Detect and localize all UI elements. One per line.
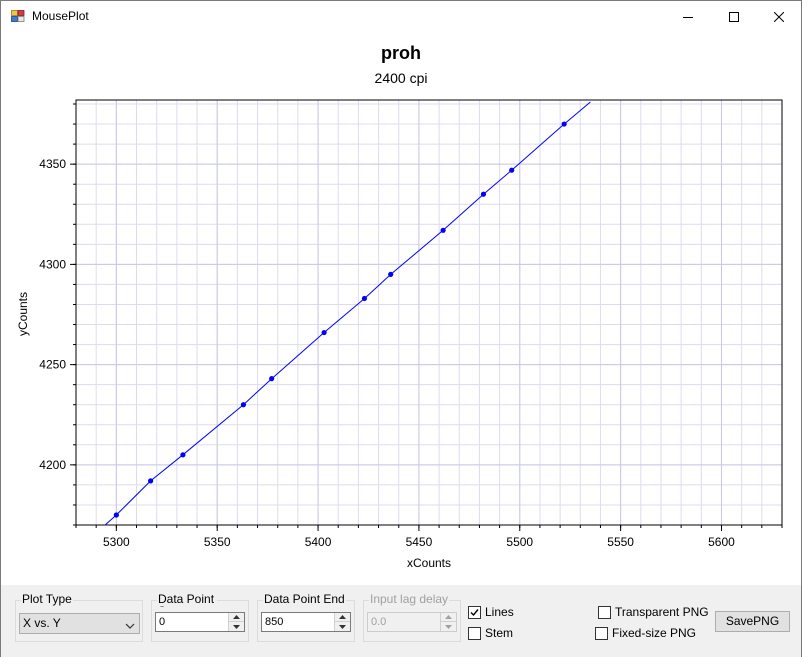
spin-buttons bbox=[228, 613, 244, 631]
spin-down-button[interactable] bbox=[229, 622, 244, 631]
data-point bbox=[148, 478, 154, 484]
data-point-end-input[interactable]: 850 bbox=[261, 612, 351, 632]
input-lag-delay-group: Input lag delay 0.0 bbox=[363, 593, 461, 642]
stem-label: Stem bbox=[485, 626, 514, 640]
arrow-down-icon bbox=[339, 624, 346, 629]
checkmark-icon bbox=[470, 608, 479, 616]
data-point bbox=[509, 167, 515, 173]
data-point bbox=[388, 271, 394, 278]
y-axis-label: yCounts bbox=[16, 291, 30, 337]
y-tick-label: 4350 bbox=[39, 157, 66, 171]
plot-type-value: X vs. Y bbox=[23, 616, 61, 630]
x-tick-label: 5300 bbox=[103, 535, 130, 549]
checkbox-box[interactable] bbox=[598, 605, 611, 619]
spin-up-button[interactable] bbox=[335, 613, 350, 622]
x-tick-label: 5450 bbox=[406, 535, 433, 549]
save-png-button[interactable]: SavePNG bbox=[715, 611, 790, 632]
x-tick-label: 5550 bbox=[607, 535, 634, 549]
data-point bbox=[269, 376, 275, 382]
chart[interactable]: 5300 5350 5400 5450 5500 5550 5600 4200 4250 4300… bbox=[1, 1, 801, 585]
checkbox-box[interactable] bbox=[468, 626, 481, 640]
fixed-size-png-label: Fixed-size PNG bbox=[612, 626, 697, 640]
data-point bbox=[321, 329, 327, 336]
data-point bbox=[480, 191, 487, 197]
transparent-png-checkbox[interactable]: Transparent PNG bbox=[598, 605, 709, 619]
x-tick-label: 5600 bbox=[708, 535, 735, 549]
plot-type-select[interactable]: X vs. Y bbox=[19, 613, 140, 634]
data-point bbox=[361, 295, 368, 302]
data-point-start-value: 0 bbox=[159, 616, 166, 628]
data-point bbox=[240, 402, 247, 408]
spin-down-button[interactable] bbox=[335, 622, 350, 631]
series-line bbox=[104, 101, 591, 525]
spin-up-button[interactable] bbox=[229, 613, 244, 622]
data-point-start-input[interactable]: 0 bbox=[155, 612, 245, 632]
chevron-down-icon bbox=[125, 618, 135, 637]
data-point-end-label: Data Point End bbox=[263, 592, 346, 606]
input-lag-delay-label: Input lag delay bbox=[369, 592, 450, 606]
lines-checkbox[interactable]: Lines bbox=[468, 605, 514, 619]
arrow-up-icon bbox=[233, 615, 240, 619]
input-lag-delay-input[interactable]: 0.0 bbox=[367, 612, 457, 632]
spin-buttons bbox=[440, 613, 456, 631]
mouseplot-window: MousePlot proh 2400 cpi 5300 5350 5400 5450… bbox=[0, 0, 802, 657]
stem-checkbox[interactable]: Stem bbox=[468, 626, 513, 640]
control-panel: Plot Type X vs. Y Data Point Start 0 Dat… bbox=[1, 585, 801, 657]
fixed-size-png-checkbox[interactable]: Fixed-size PNG bbox=[595, 626, 696, 640]
arrow-up-icon bbox=[339, 615, 346, 619]
x-tick-label: 5500 bbox=[506, 535, 533, 549]
transparent-png-label: Transparent PNG bbox=[615, 605, 709, 619]
arrow-down-icon bbox=[233, 624, 240, 629]
data-point bbox=[561, 121, 567, 127]
data-point bbox=[113, 512, 119, 518]
checkbox-box[interactable] bbox=[468, 605, 481, 619]
plot-type-label: Plot Type bbox=[21, 592, 73, 606]
spin-up-button[interactable] bbox=[441, 613, 456, 622]
spin-buttons bbox=[334, 613, 350, 631]
data-point-end-group: Data Point End 850 bbox=[257, 593, 355, 642]
input-lag-delay-value: 0.0 bbox=[371, 616, 387, 628]
x-tick-label: 5400 bbox=[305, 535, 332, 549]
x-axis-label: xCounts bbox=[406, 556, 452, 570]
plot-type-group: Plot Type X vs. Y bbox=[15, 593, 143, 642]
spin-down-button[interactable] bbox=[441, 622, 456, 631]
checkbox-box[interactable] bbox=[595, 626, 608, 640]
data-point bbox=[440, 227, 446, 233]
data-point bbox=[180, 452, 186, 458]
data-point-start-label: Data Point Start bbox=[157, 593, 217, 607]
y-tick-label: 4250 bbox=[39, 358, 66, 372]
data-point-end-value: 850 bbox=[265, 616, 284, 628]
data-point-start-group: Data Point Start 0 bbox=[151, 593, 249, 642]
arrow-down-icon bbox=[445, 624, 452, 629]
y-tick-label: 4200 bbox=[39, 458, 66, 472]
y-tick-label: 4300 bbox=[39, 257, 66, 271]
arrow-up-icon bbox=[445, 615, 452, 619]
x-tick-label: 5350 bbox=[204, 535, 231, 549]
lines-label: Lines bbox=[485, 605, 514, 619]
